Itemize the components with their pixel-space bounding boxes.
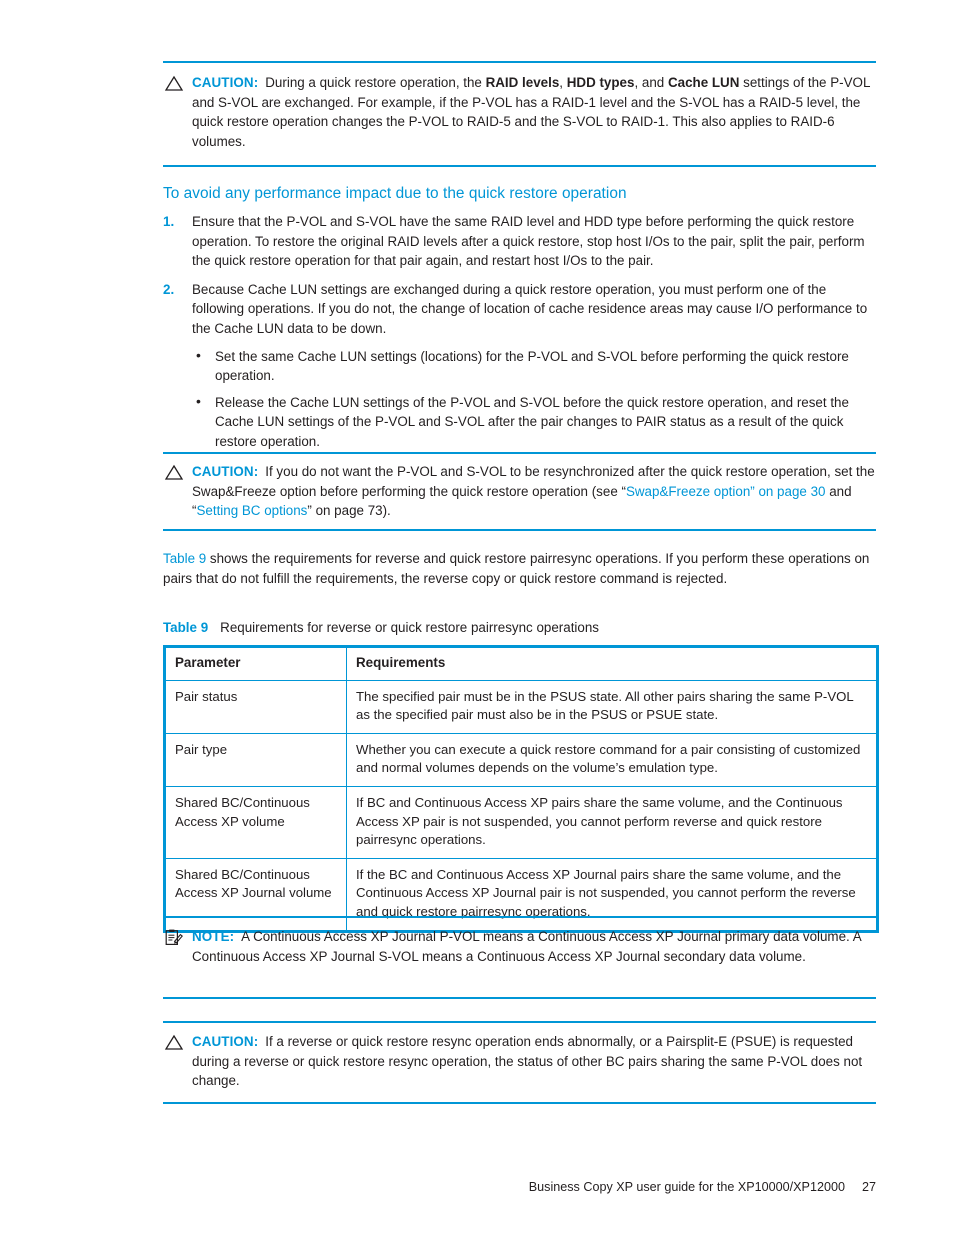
- caution-1-top-rule: [163, 61, 876, 63]
- table-cell-requirements: If the BC and Continuous Access XP Journ…: [346, 857, 878, 932]
- table-cell-parameter: Shared BC/Continuous Access XP volume: [164, 785, 347, 859]
- caution-2-bottom-rule: [163, 529, 876, 531]
- caution-block-1: CAUTION: During a quick restore operation…: [163, 73, 876, 151]
- bullet-1-text: Set the same Cache LUN settings (locatio…: [215, 348, 849, 384]
- list-item-bullet-2: • Release the Cache LUN settings of the …: [192, 393, 876, 452]
- table-cell-parameter: Pair type: [164, 732, 347, 787]
- step-2-sublist: • Set the same Cache LUN settings (locat…: [192, 347, 876, 452]
- note-text: A Continuous Access XP Journal P-VOL mea…: [192, 929, 861, 964]
- table-cell-parameter: Shared BC/Continuous Access XP Journal v…: [164, 857, 347, 932]
- caution-block-3: CAUTION: If a reverse or quick restore re…: [163, 1032, 876, 1091]
- table-caption-label: Table 9: [163, 620, 209, 635]
- note-block: NOTE: A Continuous Access XP Journal P-VO…: [163, 927, 876, 966]
- note-bottom-rule: [163, 997, 876, 999]
- caution-1-text-a: During a quick restore operation, the: [265, 75, 486, 90]
- caution-3-text: If a reverse or quick restore resync ope…: [192, 1034, 863, 1088]
- caution-1-bold-raid-levels: RAID levels: [485, 75, 560, 90]
- note-top-rule: [163, 916, 876, 918]
- document-page: CAUTION: During a quick restore operation…: [0, 0, 954, 1235]
- caution-label: CAUTION:: [192, 75, 259, 90]
- step-2-number: 2.: [163, 281, 175, 297]
- caution-2-top-rule: [163, 452, 876, 454]
- bullet-dot-icon: •: [196, 346, 201, 363]
- requirements-table: Parameter Requirements Pair status The s…: [163, 645, 879, 933]
- caution-1-bold-hdd-types: HDD types: [566, 75, 635, 90]
- table-caption-text: Requirements for reverse or quick restor…: [220, 620, 599, 635]
- step-2-text: Because Cache LUN settings are exchanged…: [192, 281, 868, 336]
- caution-triangle-icon: [163, 464, 185, 481]
- table-row: Pair type Whether you can execute a quic…: [164, 732, 878, 787]
- list-item-bullet-1: • Set the same Cache LUN settings (locat…: [192, 347, 876, 386]
- procedure-list: 1. Ensure that the P-VOL and S-VOL have …: [163, 212, 876, 461]
- table-intro-paragraph: Table 9 shows the requirements for rever…: [163, 549, 876, 588]
- link-table-9[interactable]: Table 9: [163, 551, 206, 566]
- table-header-parameter: Parameter: [164, 646, 347, 681]
- link-setting-bc-options[interactable]: Setting BC options: [196, 503, 307, 518]
- requirements-table-wrapper: Parameter Requirements Pair status The s…: [163, 645, 879, 933]
- note-clipboard-icon: [163, 929, 185, 946]
- table-cell-requirements: If BC and Continuous Access XP pairs sha…: [346, 785, 878, 859]
- table-header-row: Parameter Requirements: [164, 646, 878, 681]
- caution-1-text: During a quick restore operation, the RA…: [192, 75, 870, 149]
- table-caption: Table 9 Requirements for reverse or quick…: [163, 619, 876, 637]
- list-item-step-2: 2. Because Cache LUN settings are exchan…: [163, 280, 876, 452]
- caution-2-text-c: ” on page 73).: [307, 503, 391, 518]
- caution-label: CAUTION:: [192, 1034, 259, 1049]
- step-1-number: 1.: [163, 214, 175, 229]
- caution-1-text-b: ,: [559, 75, 567, 90]
- caution-1-bottom-rule: [163, 165, 876, 167]
- table-intro-text: shows the requirements for reverse and q…: [163, 551, 870, 586]
- caution-block-2: CAUTION: If you do not want the P-VOL and…: [163, 462, 876, 521]
- table-row: Shared BC/Continuous Access XP volume If…: [164, 785, 878, 859]
- table-cell-requirements: Whether you can execute a quick restore …: [346, 732, 878, 787]
- caution-3-top-rule: [163, 1021, 876, 1023]
- caution-triangle-icon: [163, 75, 185, 92]
- caution-3-bottom-rule: [163, 1102, 876, 1104]
- table-cell-parameter: Pair status: [164, 679, 347, 734]
- footer-guide-title: Business Copy XP user guide for the XP10…: [528, 1180, 845, 1194]
- section-heading: To avoid any performance impact due to t…: [163, 184, 876, 204]
- table-cell-requirements: The specified pair must be in the PSUS s…: [346, 679, 878, 734]
- table-row: Pair status The specified pair must be i…: [164, 679, 878, 734]
- bullet-dot-icon: •: [196, 392, 201, 409]
- note-label: NOTE:: [192, 929, 235, 944]
- bullet-2-text: Release the Cache LUN settings of the P-…: [215, 394, 849, 449]
- table-row: Shared BC/Continuous Access XP Journal v…: [164, 857, 878, 932]
- table-header-requirements: Requirements: [346, 646, 878, 681]
- caution-1-bold-cache-lun: Cache LUN: [667, 75, 740, 90]
- caution-1-text-c: , and: [634, 75, 668, 90]
- page-footer: Business Copy XP user guide for the XP10…: [163, 1180, 876, 1194]
- footer-page-number: 27: [861, 1180, 876, 1194]
- section-heading-text: To avoid any performance impact due to t…: [163, 185, 627, 202]
- list-item-step-1: 1. Ensure that the P-VOL and S-VOL have …: [163, 212, 876, 271]
- caution-triangle-icon: [163, 1034, 185, 1051]
- step-1-text: Ensure that the P-VOL and S-VOL have the…: [192, 214, 865, 269]
- link-swap-freeze-option[interactable]: Swap&Freeze option” on page 30: [626, 484, 826, 499]
- caution-label: CAUTION:: [192, 464, 259, 479]
- caution-2-text: If you do not want the P-VOL and S-VOL t…: [192, 464, 875, 518]
